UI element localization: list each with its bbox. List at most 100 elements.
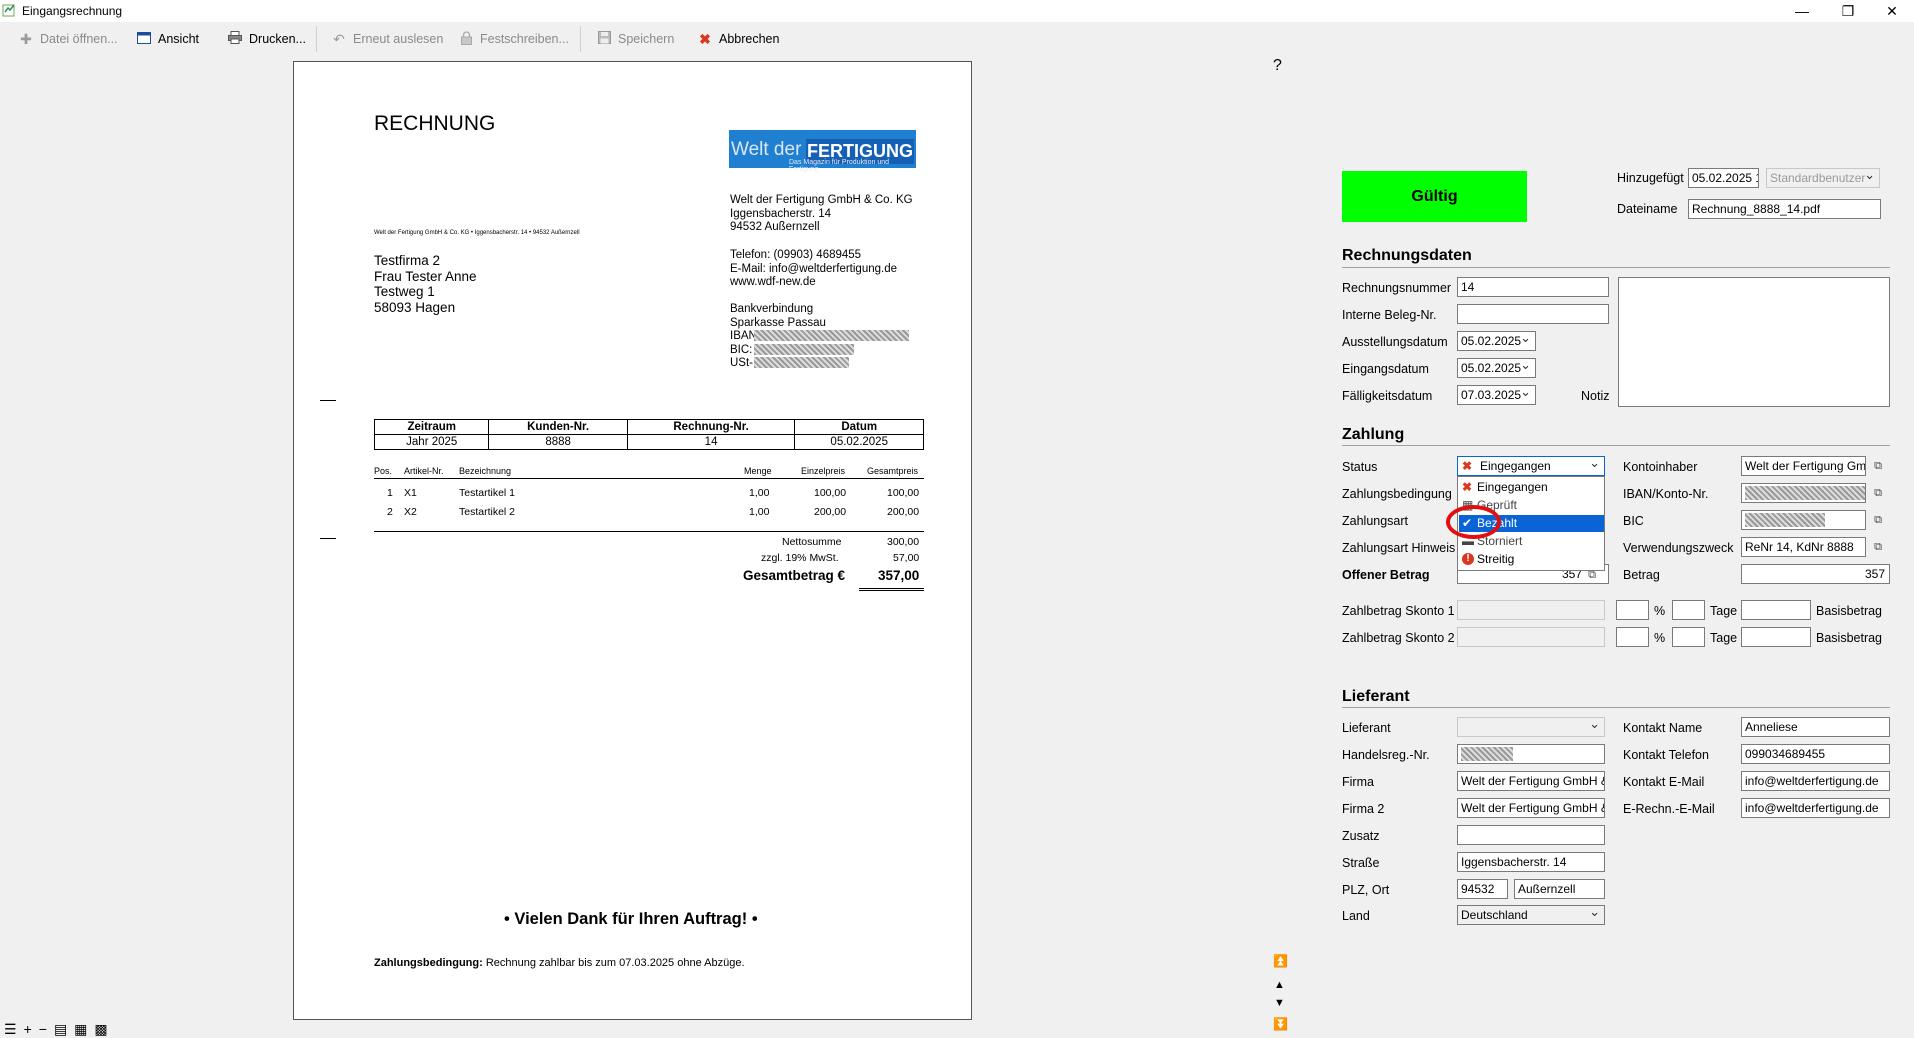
einvoice-email-field[interactable]: info@weltderfertigung.de bbox=[1741, 798, 1890, 818]
lock-button[interactable]: Festschreiben... bbox=[458, 28, 569, 50]
grid-view-icon[interactable]: ▩ bbox=[94, 1021, 107, 1037]
issue-date-label: Ausstellungsdatum bbox=[1342, 335, 1448, 349]
lock-icon bbox=[458, 31, 474, 47]
copy-icon[interactable]: ⧉ bbox=[1869, 457, 1887, 475]
receipt-date-picker[interactable]: 05.02.2025 bbox=[1457, 358, 1536, 378]
percent-label: % bbox=[1654, 631, 1666, 645]
trade-register-field[interactable] bbox=[1457, 744, 1605, 764]
copy-icon[interactable]: ⧉ bbox=[1869, 484, 1887, 502]
menu-icon[interactable]: ☰ bbox=[4, 1021, 17, 1037]
discount2-percent[interactable] bbox=[1616, 627, 1649, 647]
trade-register-label: Handelsreg.-Nr. bbox=[1342, 748, 1430, 762]
percent-label: % bbox=[1654, 604, 1666, 618]
redacted-trade-register bbox=[1461, 747, 1513, 761]
printer-icon bbox=[227, 31, 243, 47]
redacted-vat-id bbox=[754, 357, 849, 368]
due-date-label: Fälligkeitsdatum bbox=[1342, 389, 1433, 403]
save-button[interactable]: Speichern bbox=[596, 28, 674, 50]
copy-icon[interactable]: ⧉ bbox=[1869, 538, 1887, 556]
payment-hint-label: Zahlungsart Hinweis bbox=[1342, 541, 1456, 555]
zoom-in-icon[interactable]: + bbox=[24, 1021, 32, 1037]
copy-icon[interactable]: ⧉ bbox=[1869, 511, 1887, 529]
col-header-total-price: Gesamtpreis bbox=[867, 466, 919, 476]
discount2-days[interactable] bbox=[1672, 627, 1705, 647]
view-button[interactable]: Ansicht bbox=[136, 28, 199, 50]
valid-status-button[interactable]: Gültig bbox=[1342, 171, 1527, 222]
zoom-out-icon[interactable]: − bbox=[39, 1021, 47, 1037]
added-field[interactable]: 05.02.2025 1 bbox=[1688, 168, 1759, 188]
discount1-days[interactable] bbox=[1672, 600, 1705, 620]
contact-name-label: Kontakt Name bbox=[1623, 721, 1703, 735]
city-field[interactable]: Außernzell bbox=[1514, 879, 1605, 899]
street-label: Straße bbox=[1342, 856, 1380, 870]
open-file-button[interactable]: ✚ Datei öffnen... bbox=[18, 28, 117, 50]
company-logo: Welt der FERTIGUNG Das Magazin für Produ… bbox=[729, 130, 916, 173]
warning-icon: ! bbox=[1462, 553, 1474, 565]
help-button[interactable]: ? bbox=[1273, 57, 1282, 75]
two-page-icon[interactable]: ▦ bbox=[74, 1021, 87, 1037]
company2-field[interactable]: Welt der Fertigung GmbH & bbox=[1457, 798, 1605, 818]
country-dropdown[interactable]: Deutschland bbox=[1457, 905, 1605, 925]
restore-button[interactable]: ❐ bbox=[1826, 0, 1870, 22]
toolbar-separator bbox=[580, 26, 581, 52]
discount1-percent[interactable] bbox=[1616, 600, 1649, 620]
amount-field[interactable]: 357 bbox=[1741, 564, 1890, 584]
company-address: Welt der Fertigung GmbH & Co. KG Iggensb… bbox=[730, 194, 913, 233]
fold-mark bbox=[320, 538, 336, 539]
discount2-base[interactable] bbox=[1741, 627, 1811, 647]
contact-email-field[interactable]: info@weltderfertigung.de bbox=[1741, 771, 1890, 791]
iban-field[interactable] bbox=[1741, 483, 1866, 503]
invoice-number-field[interactable]: 14 bbox=[1457, 277, 1609, 297]
minimize-button[interactable]: — bbox=[1780, 0, 1824, 22]
reread-button[interactable]: ↶ Erneut auslesen bbox=[331, 28, 443, 50]
reference-field[interactable]: ReNr 14, KdNr 8888 bbox=[1741, 537, 1866, 557]
account-holder-field[interactable]: Welt der Fertigung Gm bbox=[1741, 456, 1866, 476]
invoice-preview: RECHNUNG Welt der FERTIGUNG Das Magazin … bbox=[293, 61, 972, 1020]
note-label: Notiz bbox=[1581, 389, 1610, 403]
col-header-description: Bezeichnung bbox=[459, 466, 512, 476]
plus-icon: ✚ bbox=[20, 31, 32, 47]
net-sum-value: 300,00 bbox=[887, 536, 920, 548]
discount1-base[interactable] bbox=[1741, 600, 1811, 620]
redacted-bic bbox=[754, 344, 854, 355]
street-field[interactable]: Iggensbacherstr. 14 bbox=[1457, 852, 1605, 872]
status-option-disputed[interactable]: ! Streitig bbox=[1459, 551, 1604, 568]
supplier-dropdown[interactable] bbox=[1457, 717, 1605, 737]
close-window-button[interactable]: ✕ bbox=[1870, 0, 1914, 22]
user-dropdown[interactable]: Standardbenutzer bbox=[1766, 168, 1880, 188]
page-up-icon[interactable]: ▲ bbox=[1274, 979, 1285, 991]
print-button[interactable]: Drucken... bbox=[227, 28, 306, 50]
due-date-picker[interactable]: 07.03.2025 bbox=[1457, 385, 1536, 405]
company-contact: Telefon: (09903) 4689455 E-Mail: info@we… bbox=[730, 249, 898, 288]
zip-field[interactable]: 94532 bbox=[1457, 879, 1508, 899]
receipt-date-label: Eingangsdatum bbox=[1342, 362, 1429, 376]
filename-field[interactable]: Rechnung_8888_14.pdf bbox=[1688, 199, 1881, 219]
status-option-received[interactable]: ✖ Eingegangen bbox=[1459, 479, 1604, 496]
section-payment: Zahlung bbox=[1342, 426, 1405, 443]
contact-name-field[interactable]: Anneliese bbox=[1741, 717, 1890, 737]
contact-email-label: Kontakt E-Mail bbox=[1623, 775, 1705, 789]
contact-phone-field[interactable]: 099034689455 bbox=[1741, 744, 1890, 764]
status-dropdown[interactable]: ✖ Eingegangen bbox=[1457, 456, 1605, 476]
bic-field[interactable] bbox=[1741, 510, 1866, 530]
discount2-amount[interactable] bbox=[1457, 627, 1605, 647]
last-page-icon[interactable]: ⏬ bbox=[1273, 1017, 1288, 1031]
internal-doc-field[interactable] bbox=[1457, 304, 1609, 324]
redacted-iban bbox=[1745, 486, 1865, 500]
addition-field[interactable] bbox=[1457, 825, 1605, 845]
account-holder-label: Kontoinhaber bbox=[1623, 460, 1698, 474]
cancel-button[interactable]: ✖ Abbrechen bbox=[697, 28, 779, 50]
toolbar: ✚ Datei öffnen... Ansicht Drucken... ↶ Ern… bbox=[0, 22, 1914, 56]
first-page-icon[interactable]: ⏫ bbox=[1273, 954, 1288, 968]
red-x-icon: ✖ bbox=[1462, 459, 1473, 473]
bic-label: BIC bbox=[1623, 514, 1644, 528]
discount1-amount[interactable] bbox=[1457, 600, 1605, 620]
issue-date-picker[interactable]: 05.02.2025 bbox=[1457, 331, 1536, 351]
note-textarea[interactable] bbox=[1618, 277, 1890, 407]
page-down-icon[interactable]: ▼ bbox=[1274, 997, 1285, 1009]
item-header-rule bbox=[374, 478, 924, 479]
single-page-icon[interactable]: ▤ bbox=[54, 1021, 67, 1037]
invoice-number-label: Rechnungsnummer bbox=[1342, 281, 1452, 295]
status-label: Status bbox=[1342, 460, 1378, 474]
company-field[interactable]: Welt der Fertigung GmbH & bbox=[1457, 771, 1605, 791]
